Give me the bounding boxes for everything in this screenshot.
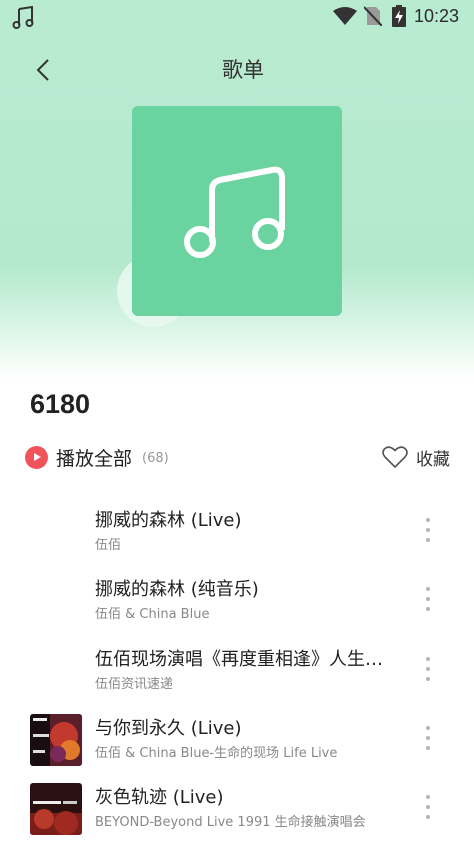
album-thumbnail: [30, 714, 82, 766]
song-row[interactable]: 与你到永久 (Live) 伍佰 & China Blue-生命的现场 Life …: [0, 706, 474, 774]
status-bar: 10:23: [0, 0, 474, 34]
song-title: 伍佰现场演唱《再度重相逢》人生大汽…: [95, 649, 400, 670]
play-all-count: (68): [142, 450, 169, 466]
no-sim-icon: [363, 6, 383, 30]
playlist-name: 6180: [30, 389, 91, 419]
play-icon: [25, 445, 48, 469]
wifi-icon: [333, 7, 357, 29]
play-all-label: 播放全部: [56, 447, 133, 470]
page-title: 歌单: [222, 58, 264, 82]
song-title: 挪威的森林 (Live): [95, 510, 242, 531]
playlist-cover[interactable]: [132, 106, 342, 316]
song-title: 挪威的森林 (纯音乐): [95, 579, 259, 600]
music-note-icon: [12, 5, 34, 33]
heart-icon: [382, 446, 408, 468]
more-options-icon[interactable]: [418, 583, 438, 615]
music-note-icon: [184, 166, 285, 258]
song-row[interactable]: 伍佰现场演唱《再度重相逢》人生大汽… 伍佰资讯速递: [0, 637, 474, 705]
song-row[interactable]: 挪威的森林 (纯音乐) 伍佰 & China Blue: [0, 567, 474, 635]
more-options-icon[interactable]: [418, 791, 438, 823]
song-artist: 伍佰: [95, 538, 122, 553]
album-thumbnail: [30, 783, 82, 835]
more-options-icon[interactable]: [418, 722, 438, 754]
favorite-button[interactable]: 收藏: [382, 444, 450, 470]
more-options-icon[interactable]: [418, 514, 438, 546]
favorite-label: 收藏: [416, 449, 450, 470]
song-artist: 伍佰资讯速递: [95, 677, 174, 692]
status-time: 10:23: [414, 6, 460, 26]
song-title: 灰色轨迹 (Live): [95, 787, 224, 808]
song-artist: BEYOND-Beyond Live 1991 生命接触演唱会: [95, 815, 366, 830]
more-options-icon[interactable]: [418, 653, 438, 685]
song-row[interactable]: 挪威的森林 (Live) 伍佰: [0, 498, 474, 566]
battery-charging-icon: [392, 5, 406, 31]
song-title: 与你到永久 (Live): [95, 718, 242, 739]
play-all-button[interactable]: 播放全部 (68): [25, 444, 169, 470]
song-artist: 伍佰 & China Blue-生命的现场 Life Live: [95, 746, 338, 761]
song-artist: 伍佰 & China Blue: [95, 607, 210, 622]
song-row[interactable]: 灰色轨迹 (Live) BEYOND-Beyond Live 1991 生命接触…: [0, 775, 474, 843]
